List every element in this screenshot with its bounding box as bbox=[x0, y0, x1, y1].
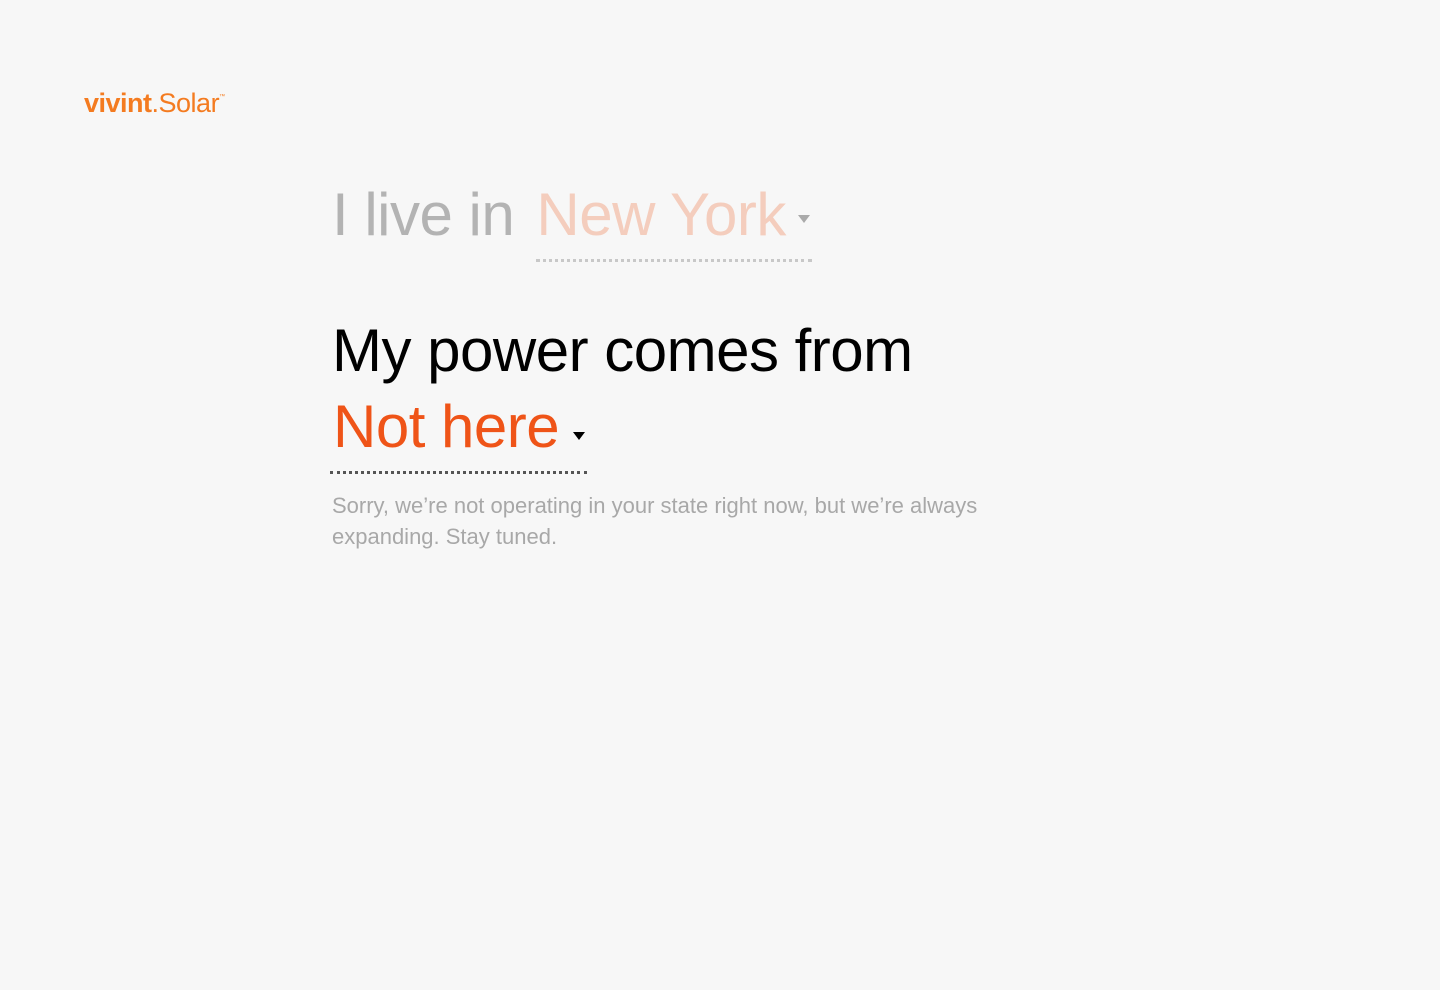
power-selected: Not here bbox=[333, 393, 560, 460]
caret-down-icon bbox=[573, 432, 586, 440]
caret-down-icon bbox=[797, 215, 810, 223]
power-question: My power comes from bbox=[332, 317, 913, 384]
power-sentence: Not here bbox=[330, 392, 588, 474]
state-dropdown[interactable]: New York bbox=[536, 180, 812, 262]
state-prefix: I live in bbox=[332, 181, 515, 248]
vivint-solar-logo[interactable]: vivint.Solar™ bbox=[84, 88, 225, 119]
power-source-dropdown[interactable]: Not here bbox=[330, 392, 588, 474]
status-message: Sorry, we’re not operating in your state… bbox=[332, 493, 978, 549]
state-sentence: I live in New York bbox=[332, 180, 812, 262]
state-selected: New York bbox=[536, 181, 786, 248]
